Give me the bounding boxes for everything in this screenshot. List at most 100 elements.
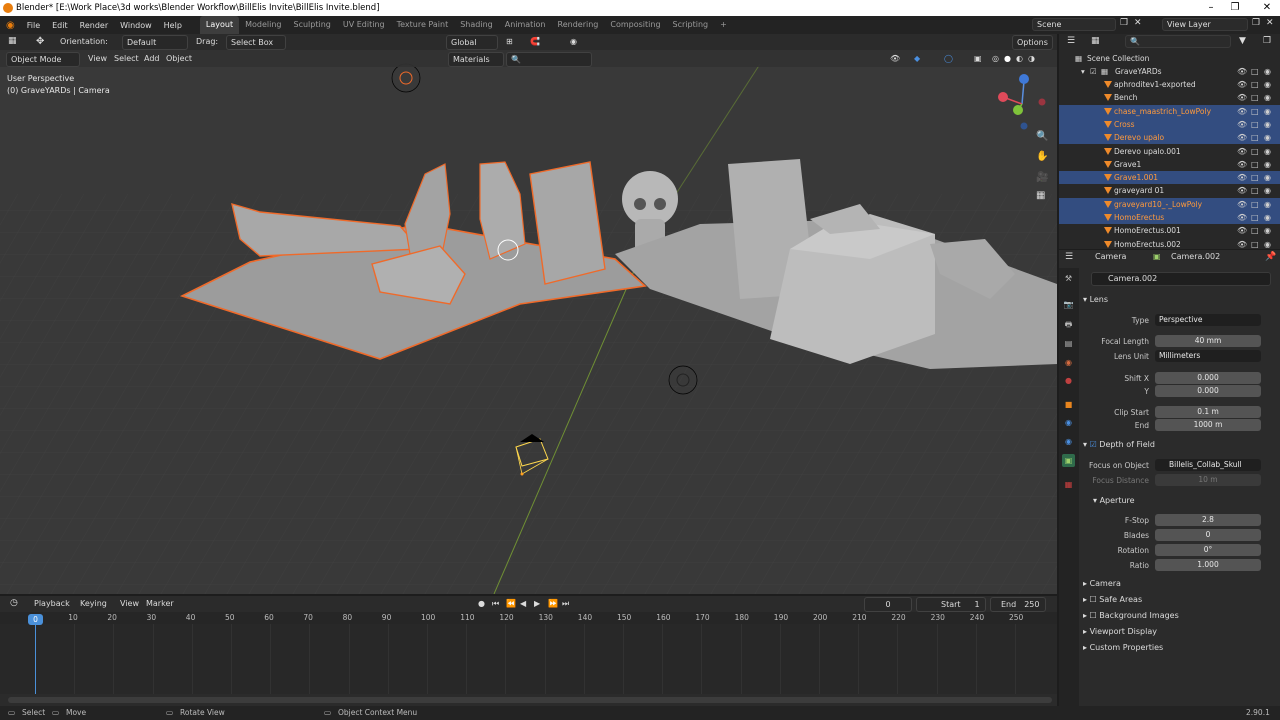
select-menu[interactable]: Select [110,52,143,65]
close-icon[interactable]: ✕ [1244,0,1280,16]
outliner-item[interactable]: Derevo upalo.001 👁 □ ◉ [1059,145,1280,158]
copy-view-layer-icon[interactable]: ❐ [1252,18,1260,28]
play-reverse-icon[interactable]: ◀ [516,597,530,610]
view-layer-tab-icon[interactable]: ▤ [1062,337,1075,350]
keying-menu[interactable]: Keying [76,597,111,610]
outliner-item[interactable]: graveyard10_-_LowPoly 👁 □ ◉ [1059,197,1280,211]
render-disable-icon[interactable]: ◉ [1264,65,1271,78]
timeline-track-area[interactable] [0,624,1057,694]
add-menu[interactable]: Add [140,52,164,65]
add-workspace-icon[interactable]: + [714,16,733,34]
render-disable-icon[interactable]: ◉ [1264,224,1271,237]
outliner-item[interactable]: graveyard 01 👁 □ ◉ [1059,184,1280,197]
menu-help[interactable]: Help [158,21,188,30]
outliner-item[interactable]: HomoErectus 👁 □ ◉ [1059,211,1280,224]
viewport-disable-icon[interactable]: □ [1251,65,1259,78]
timeline-ruler[interactable]: 10 20 30 40 50 60 70 80 90 100 110 120 130 140 150 160 1… [0,612,1057,624]
tab-compositing[interactable]: Compositing [604,16,666,34]
transform-orientation-dropdown[interactable]: Global [446,35,498,50]
view-menu[interactable]: View [84,52,111,65]
current-frame-field[interactable]: 0 [864,597,912,612]
record-icon[interactable]: ● [474,597,489,610]
render-disable-icon[interactable]: ◉ [1264,131,1271,144]
tab-rendering[interactable]: Rendering [552,16,605,34]
tab-layout[interactable]: Layout [199,16,240,34]
visibility-eye-icon[interactable]: 👁 [1237,198,1247,211]
viewport-disable-icon[interactable]: □ [1251,171,1259,184]
viewport-disable-icon[interactable]: □ [1251,211,1259,224]
tool-tab-icon[interactable]: ⚒ [1062,272,1075,285]
viewport-disable-icon[interactable]: □ [1251,78,1259,91]
render-disable-icon[interactable]: ◉ [1264,118,1271,131]
viewport-disable-icon[interactable]: □ [1251,131,1259,144]
end-frame-field[interactable]: End 250 [990,597,1046,612]
zoom-icon[interactable]: 🔍 [1036,131,1048,142]
overlay-toggle-icon[interactable]: ◯ [940,52,957,65]
render-disable-icon[interactable]: ◉ [1264,184,1271,197]
checkbox-icon[interactable]: ☑ [1090,65,1097,78]
expand-icon[interactable]: ▾ [1081,65,1085,78]
visibility-eye-icon[interactable]: 👁 [1237,238,1247,251]
dof-section-header[interactable]: ▾ ☑ Depth of Field [1083,440,1155,449]
timeline-view-menu[interactable]: View [116,597,143,610]
ratio-field[interactable]: 1.000 [1155,559,1261,571]
aperture-section-header[interactable]: ▾ Aperture [1093,496,1135,505]
timeline-scrollbar[interactable] [8,697,1052,703]
camera-view-icon[interactable]: 🎥 [1036,172,1048,183]
viewport-disable-icon[interactable]: □ [1251,158,1259,171]
visibility-eye-icon[interactable]: 👁 [1237,211,1247,224]
visibility-eye-icon[interactable]: 👁 [1237,131,1247,144]
mode-dropdown[interactable]: Object Mode [6,52,80,67]
tab-scripting[interactable]: Scripting [667,16,715,34]
clip-start-field[interactable]: 0.1 m [1155,406,1261,418]
gizmo-z-icon[interactable] [1019,74,1029,84]
lens-type-dropdown[interactable]: Perspective [1155,314,1261,326]
3d-viewport[interactable]: ▦ ✥ Orientation: Default Drag: Select Bo… [0,34,1057,594]
shift-x-field[interactable]: 0.000 [1155,372,1261,384]
blender-menu-icon[interactable]: ◉ [0,20,21,31]
visibility-eye-icon[interactable]: 👁 [1237,145,1247,158]
lens-unit-dropdown[interactable]: Millimeters [1155,350,1261,362]
viewport-disable-icon[interactable]: □ [1251,224,1259,237]
render-disable-icon[interactable]: ◉ [1264,91,1271,104]
background-images-section-header[interactable]: ▸ ☐ Background Images [1083,611,1179,620]
focal-length-field[interactable]: 40 mm [1155,335,1261,347]
safe-areas-section-header[interactable]: ▸ ☐ Safe Areas [1083,595,1142,604]
render-tab-icon[interactable]: 📷 [1062,298,1075,311]
scene-selector[interactable]: Scene [1032,18,1116,31]
scene-tab-icon[interactable]: ◉ [1062,356,1075,369]
tab-texture-paint[interactable]: Texture Paint [391,16,455,34]
jump-end-icon[interactable]: ⏭ [558,597,573,610]
menu-render[interactable]: Render [74,21,114,30]
visibility-eye-icon[interactable]: 👁 [1237,78,1247,91]
render-disable-icon[interactable]: ◉ [1264,105,1271,118]
visibility-eye-icon[interactable]: 👁 [1237,158,1247,171]
gizmo-toggle-icon[interactable]: ◆ [910,52,924,65]
rendered-shading-icon[interactable]: ◑ [1024,52,1039,65]
tab-shading[interactable]: Shading [454,16,499,34]
timeline-editor-icon[interactable]: ◷ [6,597,22,610]
object-menu[interactable]: Object [162,52,196,65]
tab-modeling[interactable]: Modeling [239,16,287,34]
skull-mesh[interactable] [622,171,678,227]
tab-sculpting[interactable]: Sculpting [288,16,337,34]
transform-tool-icon[interactable]: ✥ [32,35,48,48]
viewport-disable-icon[interactable]: □ [1251,184,1259,197]
visibility-eye-icon[interactable]: 👁 [1237,184,1247,197]
constraints-tab-icon[interactable]: ◉ [1062,435,1075,448]
viewport-disable-icon[interactable]: □ [1251,145,1259,158]
outliner-item[interactable]: Derevo upalo 👁 □ ◉ [1059,131,1280,145]
perspective-toggle-icon[interactable]: ▦ [1036,190,1045,201]
visibility-eye-icon[interactable]: 👁 [1237,65,1247,78]
outliner-search-input[interactable]: 🔍 [1125,35,1231,48]
object-tab-icon[interactable]: ■ [1062,398,1075,411]
visibility-eye-icon[interactable]: 👁 [1237,224,1247,237]
outliner-item[interactable]: chase_maastrich_LowPoly 👁 □ ◉ [1059,104,1280,118]
render-disable-icon[interactable]: ◉ [1264,78,1271,91]
options-dropdown[interactable]: Options [1012,35,1053,50]
pin-icon[interactable]: 📌 [1265,252,1276,262]
viewport-search-input[interactable]: 🔍 [506,52,592,67]
playback-menu[interactable]: Playback [30,597,74,610]
start-frame-field[interactable]: Start 1 [916,597,986,612]
proportional-edit-icon[interactable]: ◉ [566,35,581,48]
